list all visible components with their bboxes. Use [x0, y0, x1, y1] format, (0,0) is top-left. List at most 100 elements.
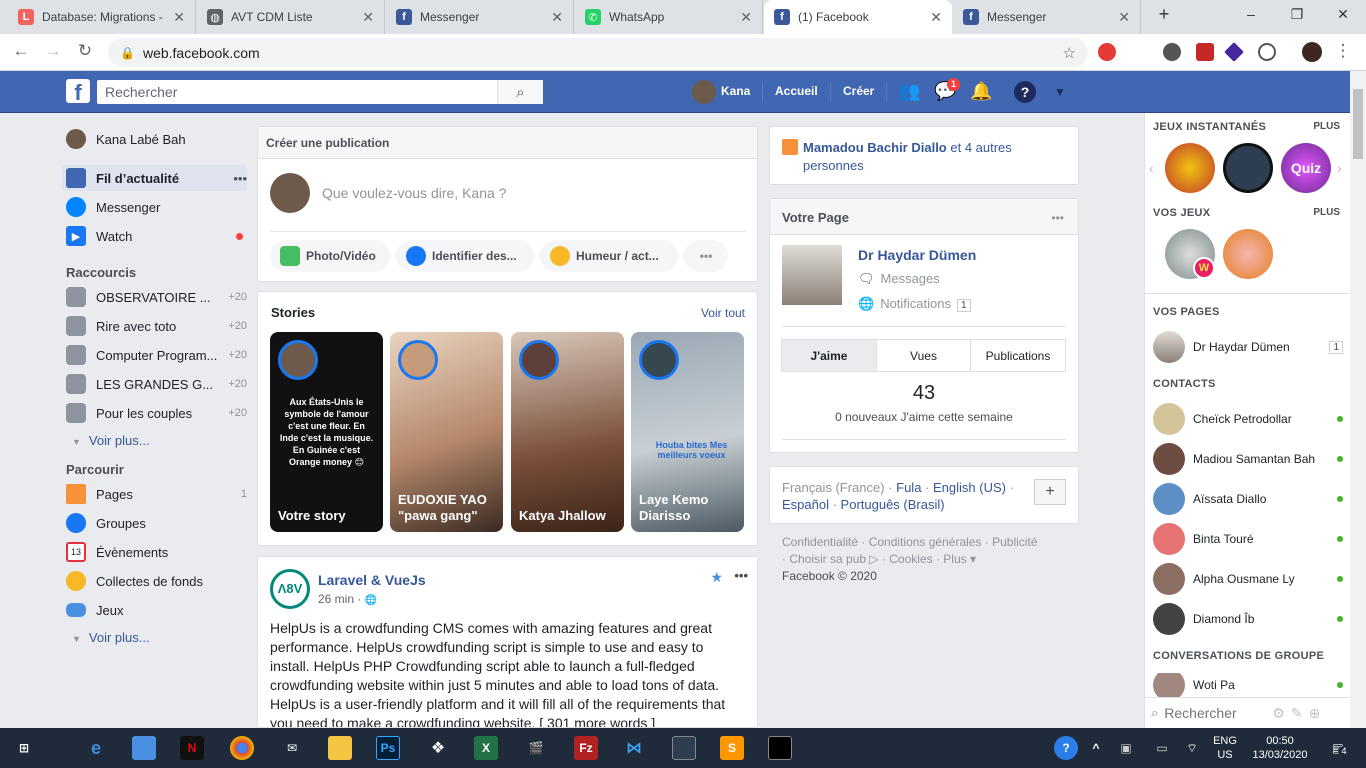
- chat-search-input[interactable]: [1164, 705, 1265, 721]
- sidebar-item-games[interactable]: Jeux: [62, 597, 247, 623]
- close-window-button[interactable]: ✕: [1332, 6, 1354, 23]
- tab-publications[interactable]: Publications: [970, 339, 1066, 372]
- language-link[interactable]: Español: [782, 497, 829, 512]
- sidebar-item-messenger[interactable]: Messenger: [62, 194, 247, 220]
- sidebar-item-groups[interactable]: Groupes: [62, 510, 247, 536]
- extension-circle-icon[interactable]: [1258, 43, 1276, 61]
- chevron-up-icon[interactable]: ^: [1084, 736, 1108, 760]
- post-time[interactable]: 26 min · 🌐: [318, 592, 377, 606]
- sidebar-item-news-feed[interactable]: Fil d’actualité •••: [62, 165, 247, 191]
- game-thumbnail[interactable]: [1165, 143, 1215, 193]
- sidebar-shortcut[interactable]: LES GRANDES G... +20: [62, 371, 247, 397]
- wifi-icon[interactable]: ⌔: [1180, 736, 1204, 760]
- sidebar-shortcut[interactable]: Computer Program... +20: [62, 342, 247, 368]
- facebook-logo-icon[interactable]: f: [66, 79, 90, 103]
- game-thumbnail[interactable]: [1223, 143, 1273, 193]
- post-more-options-icon[interactable]: •••: [734, 568, 748, 583]
- back-arrow-icon[interactable]: ←: [10, 41, 32, 61]
- birthday-text[interactable]: Mamadou Bachir Diallo et 4 autres person…: [803, 139, 1063, 175]
- chevron-right-icon[interactable]: ›: [1337, 160, 1342, 176]
- footer-line[interactable]: Confidentialité · Conditions générales ·…: [782, 534, 1072, 551]
- more-options-button[interactable]: •••: [684, 240, 728, 272]
- close-icon[interactable]: ✕: [362, 9, 374, 26]
- windows-start-icon[interactable]: ⊞: [12, 736, 36, 760]
- extension-diamond-icon[interactable]: [1224, 42, 1244, 62]
- page-photo[interactable]: [782, 245, 842, 305]
- compose-icon[interactable]: ✎: [1291, 705, 1303, 722]
- game-thumbnail[interactable]: [1223, 229, 1273, 279]
- feeling-activity-button[interactable]: Humeur / act...: [540, 240, 678, 272]
- contact-item[interactable]: Alpha Ousmane Ly: [1153, 563, 1343, 595]
- sublime-icon[interactable]: S: [720, 736, 744, 760]
- friend-requests-icon[interactable]: 👥: [898, 81, 920, 102]
- help-icon[interactable]: ?: [1054, 736, 1078, 760]
- story-card[interactable]: Katya Jhallow: [511, 332, 624, 532]
- page-list-item[interactable]: Dr Haydar Dümen 1: [1153, 331, 1343, 363]
- sidebar-item-pages[interactable]: Pages 1: [62, 481, 247, 507]
- extension-adblock-icon[interactable]: [1196, 43, 1214, 61]
- maximize-button[interactable]: ❐: [1286, 6, 1308, 23]
- chevron-left-icon[interactable]: ‹: [1149, 160, 1154, 176]
- words-game-icon[interactable]: W: [1193, 257, 1215, 279]
- cmd-icon[interactable]: [768, 736, 792, 760]
- gear-icon[interactable]: ⚙: [1272, 705, 1285, 722]
- close-icon[interactable]: ✕: [740, 9, 752, 26]
- page-name[interactable]: Dr Haydar Dümen: [858, 247, 976, 263]
- group-add-icon[interactable]: ⊕: [1309, 705, 1321, 722]
- minimize-button[interactable]: –: [1240, 6, 1262, 22]
- tab-views[interactable]: Vues: [876, 339, 971, 372]
- star-bookmark-icon[interactable]: ☆: [1063, 44, 1076, 62]
- profile-avatar[interactable]: [1302, 42, 1322, 62]
- close-icon[interactable]: ✕: [930, 9, 942, 26]
- games-more-link[interactable]: PLUS: [1313, 121, 1340, 132]
- netflix-icon[interactable]: N: [180, 736, 204, 760]
- language-link[interactable]: Português (Brasil): [841, 497, 945, 512]
- see-more-explore-link[interactable]: ▼ Voir plus...: [72, 630, 150, 645]
- tray-app-icon[interactable]: ▣: [1114, 736, 1138, 760]
- sidebar-shortcut[interactable]: Pour les couples +20: [62, 400, 247, 426]
- browser-tab-2[interactable]: ◍ AVT CDM Liste ✕: [197, 0, 385, 34]
- input-language[interactable]: ENG US: [1212, 734, 1238, 762]
- filezilla-icon[interactable]: Fz: [574, 736, 598, 760]
- language-link[interactable]: Fula: [896, 480, 921, 495]
- sidebar-item-fundraisers[interactable]: Collectes de fonds: [62, 568, 247, 594]
- footer-links[interactable]: Confidentialité · Conditions générales ·…: [782, 534, 1072, 585]
- mail-icon[interactable]: ✉: [280, 736, 304, 760]
- contact-item[interactable]: Aïssata Diallo: [1153, 483, 1343, 515]
- dropbox-icon[interactable]: ❖: [426, 736, 450, 760]
- close-icon[interactable]: ✕: [173, 9, 185, 26]
- store-icon[interactable]: [132, 736, 156, 760]
- add-language-button[interactable]: +: [1034, 479, 1066, 505]
- vscode-icon[interactable]: ⋈: [622, 736, 646, 760]
- terminal-icon[interactable]: [672, 736, 696, 760]
- birthday-name[interactable]: Mamadou Bachir Diallo: [803, 140, 947, 155]
- reload-icon[interactable]: ↻: [74, 41, 96, 61]
- page-messages-link[interactable]: 🗨 Messages: [858, 271, 940, 287]
- browser-tab-1[interactable]: L Database: Migrations - ✕: [8, 0, 196, 34]
- video-editor-icon[interactable]: 🎬: [524, 736, 548, 760]
- page-avatar-icon[interactable]: Λ8V: [270, 569, 310, 609]
- tab-likes[interactable]: J'aime: [781, 339, 877, 372]
- sidebar-shortcut[interactable]: Rire avec toto +20: [62, 313, 247, 339]
- group-conversation-item[interactable]: Woti Pa: [1153, 673, 1343, 697]
- contact-item[interactable]: Diamond Îb: [1153, 603, 1343, 635]
- help-icon[interactable]: ?: [1014, 81, 1036, 103]
- forward-arrow-icon[interactable]: →: [42, 41, 64, 61]
- see-more-shortcuts-link[interactable]: ▼ Voir plus...: [72, 433, 150, 448]
- your-games-more-link[interactable]: PLUS: [1313, 207, 1340, 218]
- browser-tab-4[interactable]: ✆ WhatsApp ✕: [575, 0, 763, 34]
- more-options-icon[interactable]: •••: [225, 171, 247, 186]
- close-icon[interactable]: ✕: [551, 9, 563, 26]
- folder-icon[interactable]: [328, 736, 352, 760]
- search-icon[interactable]: ⌕: [497, 80, 543, 104]
- more-options-icon[interactable]: •••: [1051, 211, 1064, 225]
- menu-kebab-icon[interactable]: ⋮: [1332, 41, 1354, 61]
- story-card[interactable]: Houba bites Mes meilleurs voeux Laye Kem…: [631, 332, 744, 532]
- address-bar[interactable]: 🔒 web.facebook.com ☆: [108, 38, 1088, 67]
- excel-icon[interactable]: X: [474, 736, 498, 760]
- story-card[interactable]: Aux États-Unis le symbole de l'amour c'e…: [270, 332, 383, 532]
- edge-icon[interactable]: e: [84, 736, 108, 760]
- contact-item[interactable]: Madiou Samantan Bah: [1153, 443, 1343, 475]
- profile-link[interactable]: Kana: [721, 84, 750, 98]
- page-notifications-link[interactable]: 🌐 Notifications 1: [858, 296, 971, 312]
